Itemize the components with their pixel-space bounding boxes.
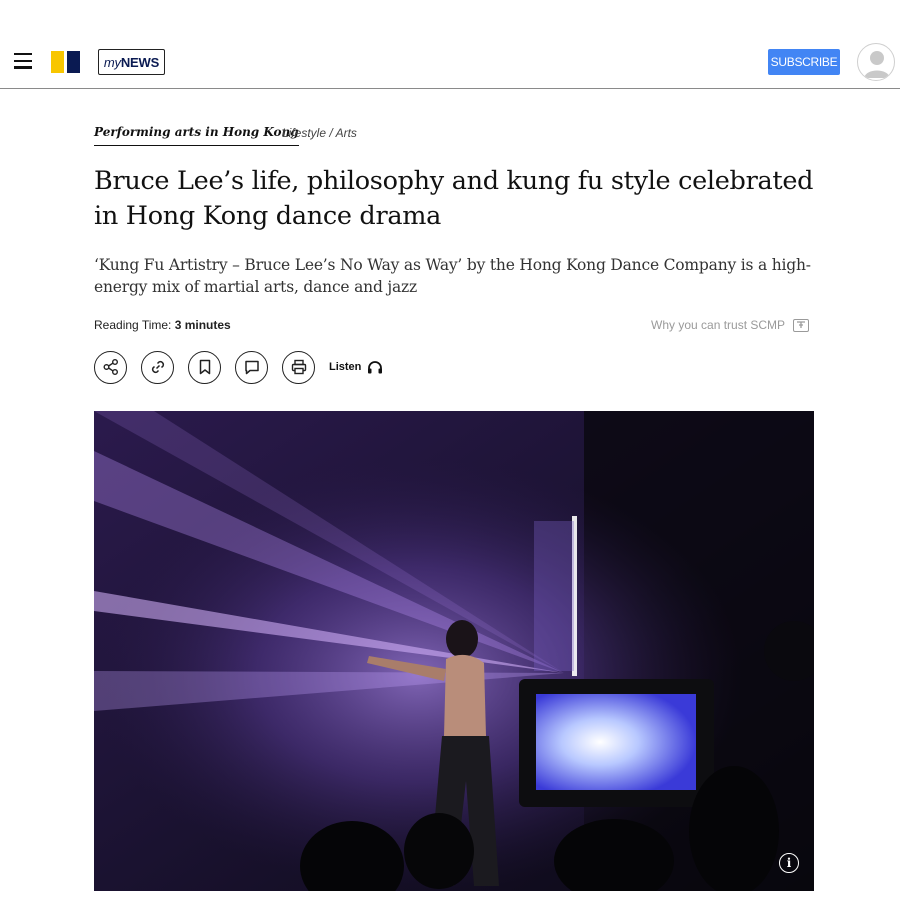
- reading-time-label: Reading Time:: [94, 318, 172, 332]
- stage-photo: [94, 411, 814, 891]
- comment-icon: [244, 360, 259, 375]
- bookmark-icon: [199, 359, 210, 375]
- headphones-icon: [368, 361, 383, 374]
- share-icon: [103, 359, 118, 375]
- print-icon: [291, 359, 306, 375]
- image-info-icon[interactable]: i: [779, 853, 799, 873]
- trust-link-label: Why you can trust SCMP: [651, 318, 786, 332]
- link-icon: [151, 360, 164, 374]
- mynews-suffix: NEWS: [120, 54, 160, 70]
- comment-button[interactable]: [235, 350, 268, 384]
- section-link[interactable]: Performing arts in Hong Kong: [94, 125, 299, 146]
- bookmark-button[interactable]: [188, 350, 221, 384]
- mynews-button[interactable]: my NEWS: [98, 49, 165, 75]
- copy-link-button[interactable]: [141, 350, 174, 384]
- subscribe-button[interactable]: SUBSCRIBE: [768, 49, 840, 75]
- menu-icon[interactable]: [14, 53, 32, 69]
- listen-button[interactable]: Listen: [329, 360, 383, 374]
- listen-label: Listen: [329, 361, 362, 373]
- reading-time: Reading Time: 3 minutes: [94, 318, 231, 332]
- trust-info-icon: [793, 318, 810, 332]
- mynews-prefix: my: [103, 54, 121, 70]
- article-subheadline: ‘Kung Fu Artistry – Bruce Lee’s No Way a…: [94, 256, 811, 296]
- scmp-logo[interactable]: [51, 51, 81, 73]
- account-avatar-icon[interactable]: [857, 43, 895, 81]
- article-hero-image[interactable]: [94, 411, 814, 891]
- category-link[interactable]: Lifestyle / Arts: [282, 126, 357, 140]
- article-headline: Bruce Lee’s life, philosophy and kung fu…: [94, 166, 814, 231]
- article-toolbar: Listen: [94, 350, 383, 384]
- reading-time-value: 3 minutes: [174, 318, 231, 332]
- share-button[interactable]: [94, 350, 127, 384]
- print-button[interactable]: [282, 350, 315, 384]
- trust-link[interactable]: Why you can trust SCMP: [651, 318, 810, 332]
- site-header: my NEWS SUBSCRIBE: [0, 0, 900, 89]
